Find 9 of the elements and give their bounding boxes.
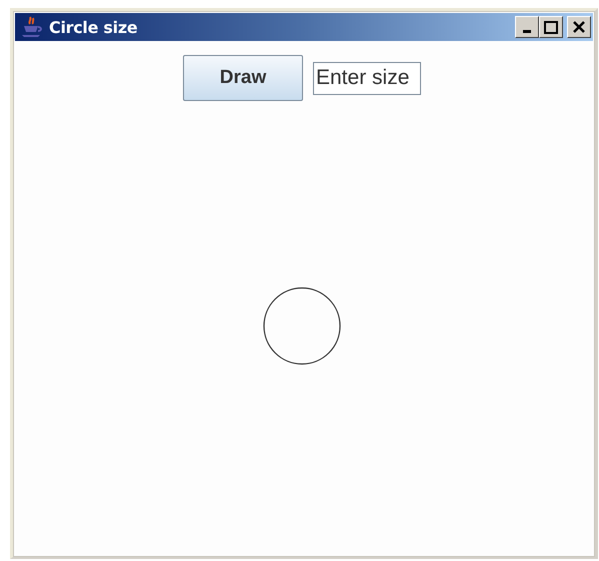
- minimize-button[interactable]: [515, 16, 539, 38]
- maximize-button[interactable]: [539, 16, 563, 38]
- window-title: Circle size: [49, 18, 138, 36]
- minimize-icon: [523, 30, 531, 33]
- draw-button[interactable]: Draw: [183, 55, 303, 101]
- close-icon: [573, 21, 585, 33]
- maximize-icon: [544, 20, 558, 34]
- close-button[interactable]: [567, 16, 591, 38]
- size-field[interactable]: Enter size: [313, 62, 421, 94]
